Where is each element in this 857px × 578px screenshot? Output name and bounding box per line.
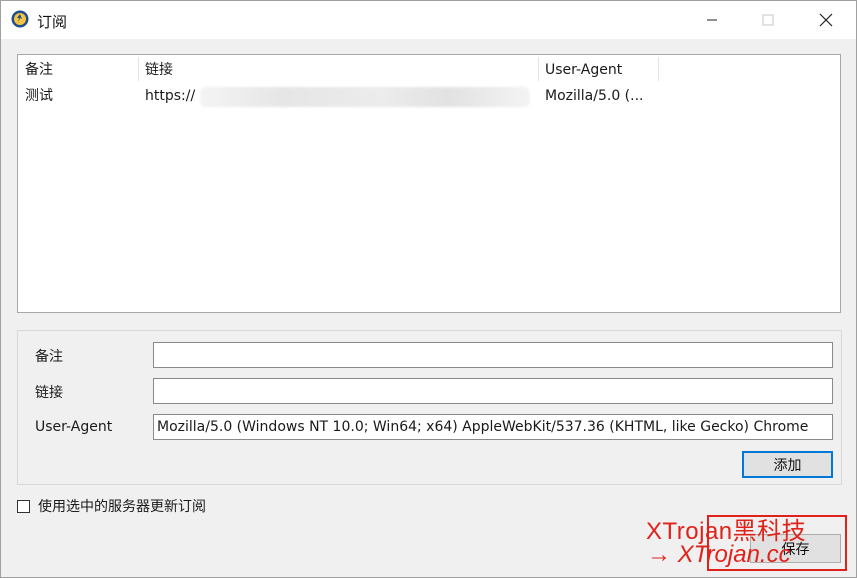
watermark-url: → XTrojan.cc: [647, 541, 791, 568]
user-agent-input[interactable]: [153, 414, 833, 440]
cell-remark: 测试: [25, 88, 53, 104]
column-header-user-agent[interactable]: User-Agent: [538, 55, 658, 83]
title-bar: 订阅: [1, 1, 856, 39]
redacted-link-blur: [200, 87, 530, 107]
remark-input[interactable]: [153, 342, 833, 368]
maximize-icon: [762, 14, 774, 26]
list-item[interactable]: 测试 https:// Mozilla/5.0 (...: [18, 83, 840, 109]
update-with-selected-server-checkbox[interactable]: [17, 499, 30, 513]
link-input[interactable]: [153, 378, 833, 404]
subscription-window: 订阅 备注 链接 User-Agent 测试 https:// Mozilla/…: [0, 0, 857, 578]
add-button[interactable]: 添加: [742, 451, 833, 478]
column-divider[interactable]: [658, 57, 659, 81]
column-header-link[interactable]: 链接: [138, 55, 538, 83]
remark-label: 备注: [35, 349, 63, 365]
update-with-selected-server-option[interactable]: 使用选中的服务器更新订阅: [17, 496, 206, 516]
close-button[interactable]: [795, 1, 857, 39]
column-header-remark[interactable]: 备注: [18, 55, 138, 83]
link-label: 链接: [35, 385, 63, 401]
subscription-list[interactable]: 备注 链接 User-Agent 测试 https:// Mozilla/5.0…: [17, 54, 841, 313]
user-agent-label: User-Agent: [35, 419, 113, 435]
minimize-button[interactable]: [681, 1, 743, 39]
cell-user-agent: Mozilla/5.0 (...: [545, 88, 644, 104]
close-icon: [819, 13, 833, 27]
maximize-button[interactable]: [737, 1, 799, 39]
update-with-selected-server-label[interactable]: 使用选中的服务器更新订阅: [38, 496, 206, 516]
list-header: 备注 链接 User-Agent: [18, 55, 840, 83]
app-icon: [11, 10, 29, 28]
window-title: 订阅: [37, 13, 68, 31]
edit-group: 备注 链接 User-Agent 添加: [17, 330, 842, 485]
minimize-icon: [707, 19, 717, 21]
